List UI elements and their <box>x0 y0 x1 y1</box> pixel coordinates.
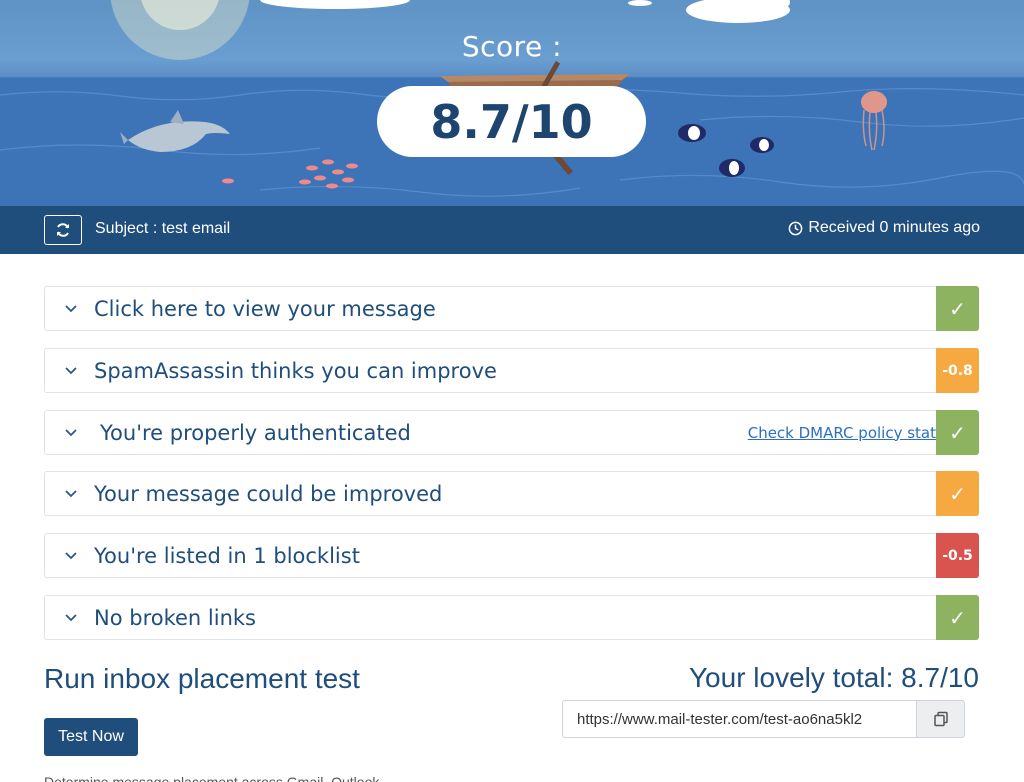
inbox-description: Determine message placement across Gmail… <box>44 774 392 782</box>
inbox-placement-title: Run inbox placement test <box>44 663 360 694</box>
result-row-broken-links[interactable]: No broken links ✓ <box>44 595 979 640</box>
chevron-down-icon <box>65 489 89 498</box>
total-score: Your lovely total: 8.7/10 <box>688 662 979 693</box>
result-label: Your message could be improved <box>94 481 443 506</box>
status-badge: ✓ <box>936 595 979 640</box>
result-label: No broken links <box>94 605 256 630</box>
chevron-down-icon <box>65 428 89 437</box>
copy-button[interactable] <box>916 700 965 738</box>
result-row-view-message[interactable]: Click here to view your message ✓ <box>44 286 979 331</box>
result-label: Click here to view your message <box>94 296 436 321</box>
result-row-message-improve[interactable]: Your message could be improved ✓ <box>44 471 979 516</box>
copy-icon <box>933 711 948 727</box>
status-badge: ✓ <box>936 410 979 455</box>
chevron-down-icon <box>65 613 89 622</box>
chevron-down-icon <box>65 551 89 560</box>
score-value: 8.7/10 <box>377 86 646 157</box>
result-row-authentication[interactable]: You're properly authenticated Check DMAR… <box>44 410 979 455</box>
result-row-blocklist[interactable]: You're listed in 1 blocklist -0.5 <box>44 533 979 578</box>
result-row-spamassassin[interactable]: SpamAssassin thinks you can improve -0.8 <box>44 348 979 393</box>
refresh-icon <box>57 223 69 237</box>
score-badge: -0.5 <box>936 533 979 578</box>
score-label: Score : <box>461 30 563 63</box>
test-url-field[interactable]: https://www.mail-tester.com/test-ao6na5k… <box>562 700 917 738</box>
refresh-button[interactable] <box>44 215 82 245</box>
hero-banner: Score : 8.7/10 <box>0 0 1024 206</box>
result-label: You're listed in 1 blocklist <box>94 543 360 568</box>
test-now-button[interactable]: Test Now <box>44 718 138 756</box>
check-dmarc-link[interactable]: Check DMARC policy state › <box>748 424 956 442</box>
chevron-down-icon <box>65 304 89 313</box>
status-badge: ✓ <box>936 286 979 331</box>
clock-icon <box>789 221 803 235</box>
score-badge: -0.8 <box>936 348 979 393</box>
received-time: Received 0 minutes ago <box>788 219 980 237</box>
received-text: Received 0 minutes ago <box>808 219 980 236</box>
message-info-bar: Subject : test email Received 0 minutes … <box>0 206 1024 254</box>
result-label: You're properly authenticated <box>100 420 411 445</box>
chevron-down-icon <box>65 366 89 375</box>
email-subject: Subject : test email <box>95 220 231 237</box>
status-badge: ✓ <box>936 471 979 516</box>
result-label: SpamAssassin thinks you can improve <box>94 358 497 383</box>
